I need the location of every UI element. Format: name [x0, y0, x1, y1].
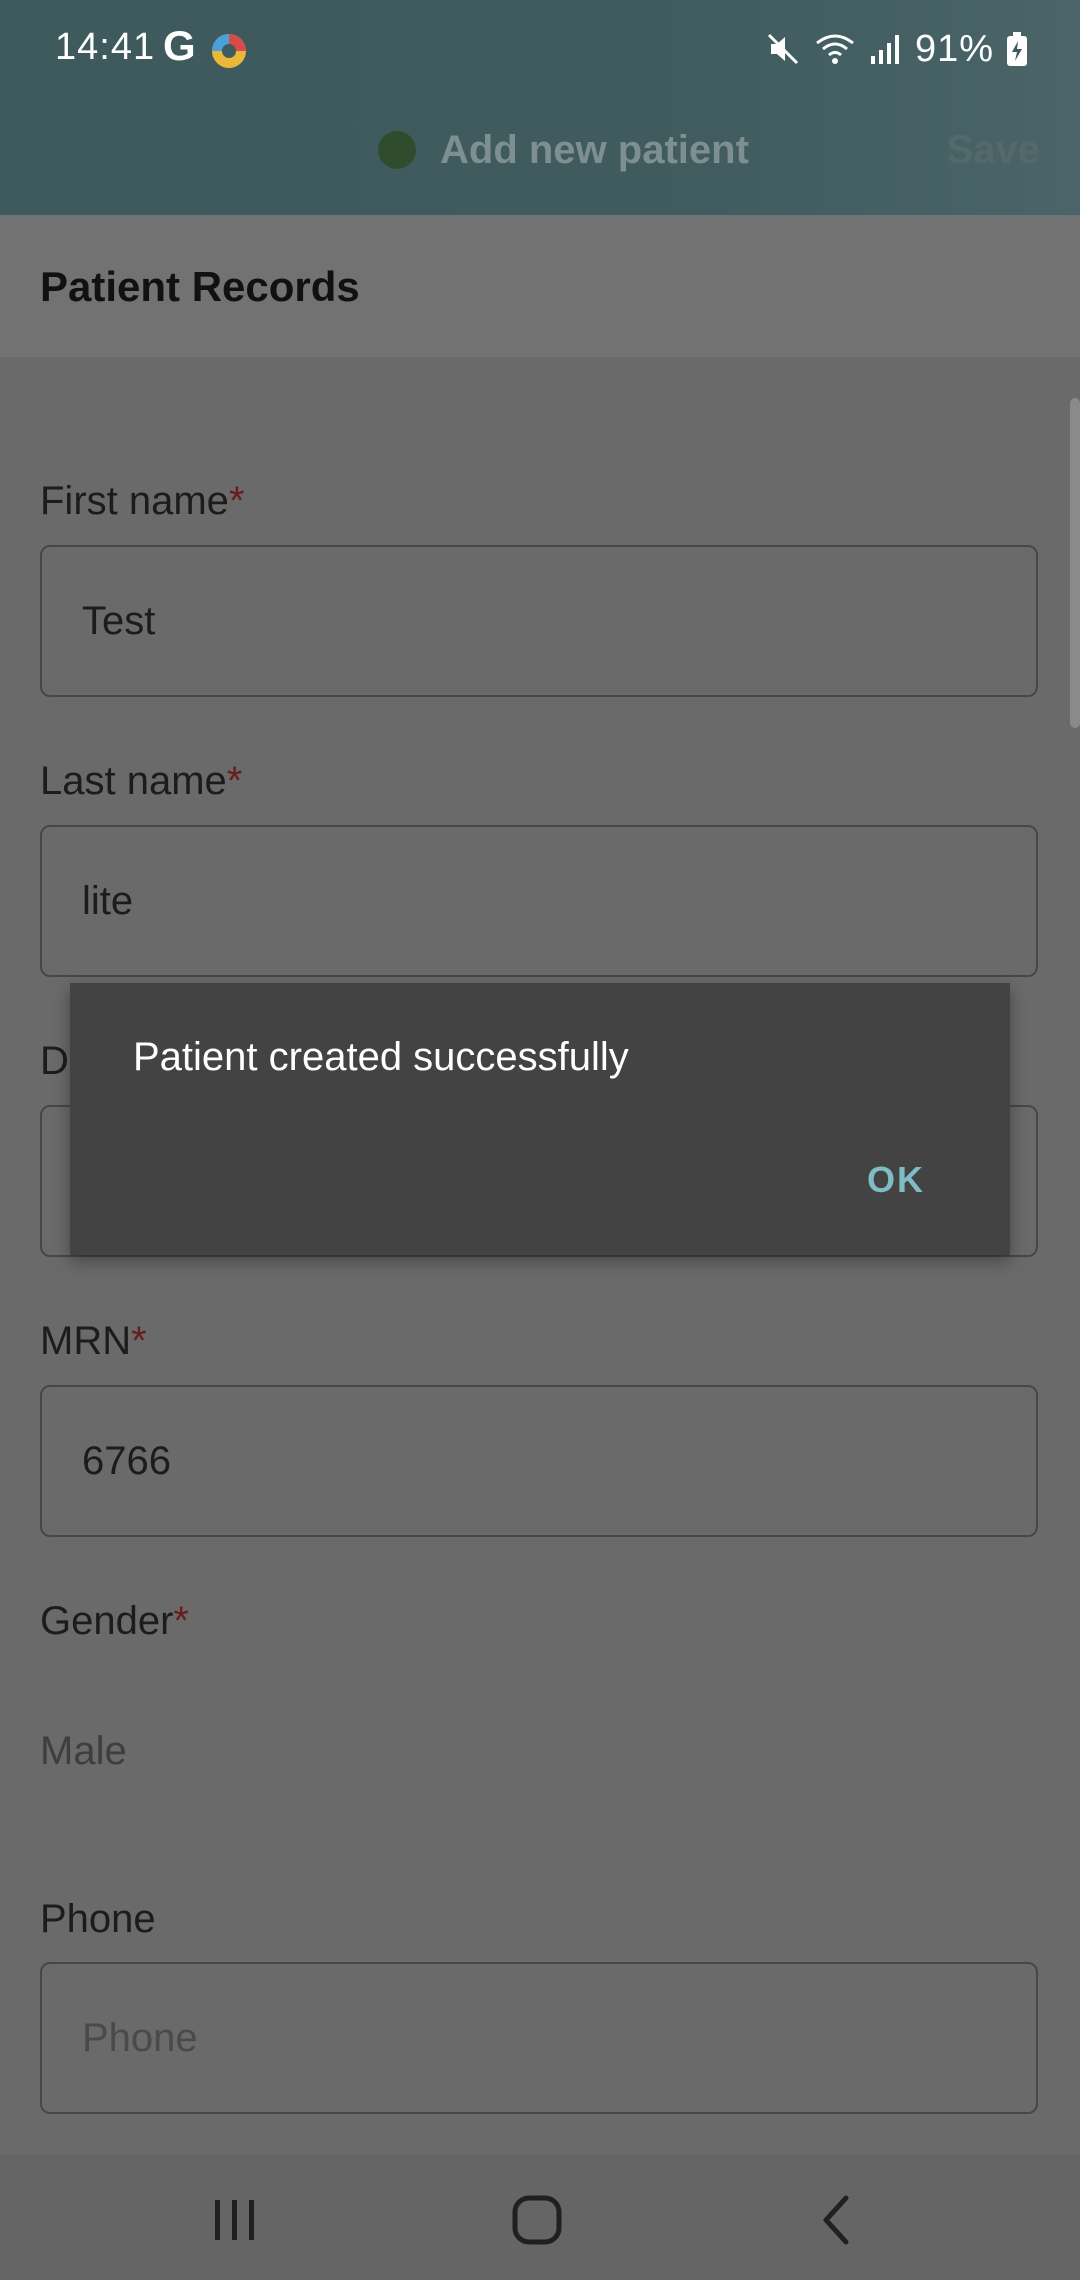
dialog-message: Patient created successfully: [133, 1035, 629, 1079]
scrollbar[interactable]: [1070, 398, 1080, 728]
phone-label-text: Phone: [40, 1897, 156, 1941]
last-name-label-text: Last name: [40, 759, 227, 803]
last-name-label: Last name*: [40, 759, 242, 804]
save-button[interactable]: Save: [947, 128, 1040, 173]
mrn-label-text: MRN: [40, 1319, 132, 1363]
required-marker: *: [173, 1599, 189, 1643]
battery-percent: 91%: [914, 27, 994, 70]
mrn-field[interactable]: 6766: [40, 1385, 1038, 1537]
system-nav-bar: [0, 2155, 1080, 2280]
signal-icon: [870, 35, 899, 64]
status-time: 14:41: [55, 26, 156, 68]
phone-label: Phone: [40, 1897, 156, 1942]
last-name-field[interactable]: lite: [40, 825, 1038, 977]
gender-label-text: Gender: [40, 1599, 174, 1643]
first-name-field[interactable]: Test: [40, 545, 1038, 697]
mrn-label: MRN*: [40, 1319, 147, 1364]
phone-placeholder: Phone: [82, 2016, 198, 2060]
last-name-value: lite: [82, 879, 134, 923]
phone-field[interactable]: Phone: [40, 1962, 1038, 2114]
recents-icon[interactable]: [205, 2190, 265, 2250]
battery-charging-icon: [1007, 32, 1027, 66]
mute-icon: [767, 33, 798, 65]
success-dialog: Patient created successfully OK: [70, 983, 1010, 1255]
required-marker: *: [226, 759, 243, 803]
section-header: Patient Records: [0, 215, 1080, 357]
connection-status-dot: [378, 131, 416, 169]
back-icon[interactable]: [808, 2190, 868, 2250]
ok-button[interactable]: OK: [867, 1159, 925, 1201]
gender-select[interactable]: Male: [40, 1729, 127, 1774]
mrn-value: 6766: [82, 1439, 171, 1483]
dob-label: D: [40, 1039, 69, 1084]
dob-label-text: D: [40, 1039, 69, 1083]
first-name-label-text: First name: [40, 479, 229, 523]
app-icon: [212, 34, 246, 68]
wifi-icon: [816, 34, 854, 64]
gender-label: Gender*: [40, 1599, 189, 1644]
app-bar-title: Add new patient: [440, 128, 749, 172]
required-marker: *: [131, 1319, 147, 1363]
home-icon[interactable]: [507, 2190, 567, 2250]
top-bar: 14:41 G 91% Add new patient Save: [0, 0, 1080, 215]
status-icons: 91%: [765, 24, 1028, 74]
first-name-value: Test: [82, 599, 156, 643]
google-icon: G: [163, 22, 196, 69]
patient-form: First name* Test Last name* lite D MRN* …: [0, 357, 1080, 2155]
first-name-label: First name*: [40, 479, 245, 524]
required-marker: *: [228, 479, 245, 523]
section-title: Patient Records: [40, 263, 360, 310]
